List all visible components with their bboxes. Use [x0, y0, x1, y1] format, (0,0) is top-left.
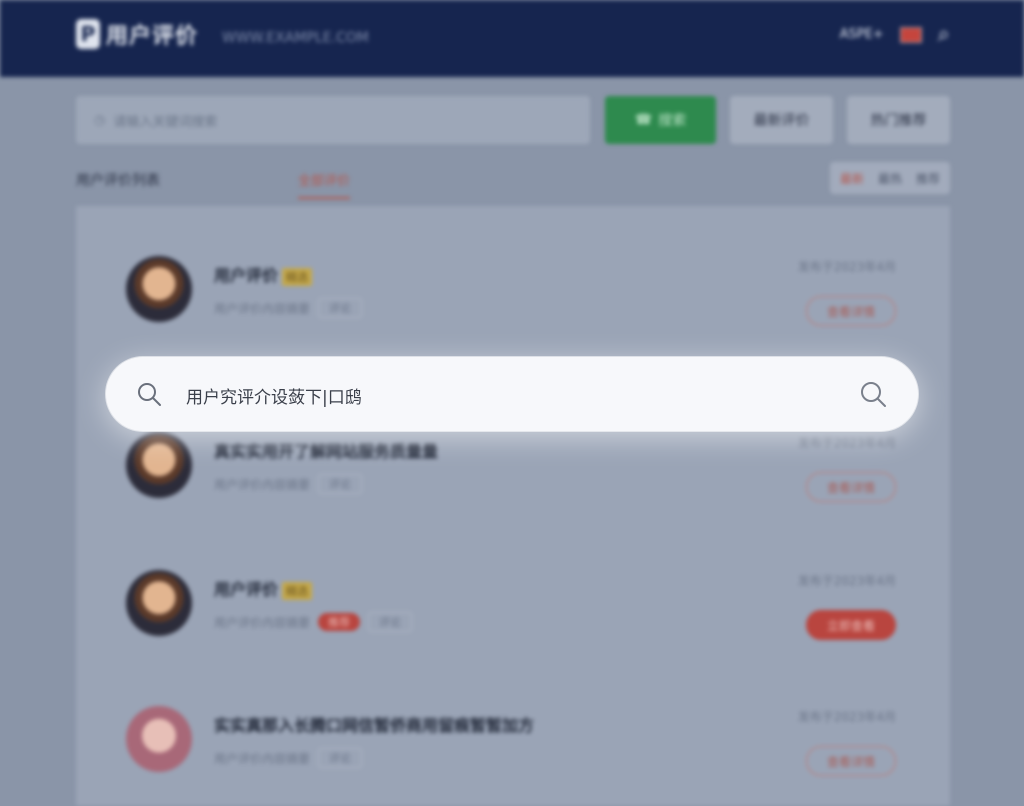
- language-label[interactable]: ASPE+: [840, 27, 884, 42]
- sort-latest[interactable]: 最新: [840, 170, 864, 187]
- section-title: 用户评价列表: [76, 173, 160, 189]
- item-title-text: 实实真那入长腾口网信暂侨商用留痕暂暂加方: [214, 716, 535, 735]
- item-meta: 用户评价内容摘要 评论: [214, 298, 363, 318]
- site-url: WWW.EXAMPLE.COM: [222, 30, 369, 46]
- item-title[interactable]: 用户评价 精选: [214, 262, 313, 286]
- view-details-button[interactable]: 查看详情: [806, 472, 896, 502]
- item-date: 发布于2023年4月: [797, 710, 896, 724]
- item-summary: 用户评价内容摘要: [214, 301, 311, 316]
- overlay-search-input[interactable]: [184, 375, 848, 415]
- item-summary: 用户评价内容摘要: [214, 751, 311, 766]
- item-title-text: 真实实用开了解网站服务质量量: [214, 442, 439, 461]
- item-date: 发布于2023年4月: [797, 436, 896, 450]
- search-row: ◷ 请输入关键词搜索 ☎ 搜索 最新评价 热门推荐: [76, 96, 950, 144]
- list-item[interactable]: 用户评价 精选用户评价内容摘要 推荐 评论 发布于2023年4月立即查看: [126, 570, 896, 660]
- tab-bar: 用户评价列表 全部评价 最新 最热 推荐: [76, 160, 950, 200]
- view-details-button[interactable]: 查看详情: [806, 296, 896, 326]
- recommend-badge: 推荐: [318, 613, 361, 631]
- sort-options: 最新 最热 推荐: [829, 162, 950, 194]
- list-item[interactable]: 用户评价 精选用户评价内容摘要 评论 发布于2023年4月查看详情: [126, 256, 896, 346]
- item-summary: 用户评价内容摘要: [214, 615, 311, 630]
- list-item[interactable]: 真实实用开了解网站服务质量量 用户评价内容摘要 评论 发布于2023年4月 查看详情: [126, 432, 896, 522]
- item-title-text: 用户评价: [214, 266, 279, 285]
- search-placeholder: 请输入关键词搜索: [113, 114, 218, 130]
- item-meta: 用户评价内容摘要 推荐 评论: [214, 612, 413, 632]
- search-button[interactable]: ☎ 搜索: [605, 96, 716, 144]
- comment-chip[interactable]: 评论: [318, 474, 363, 494]
- search-submit-icon[interactable]: [858, 379, 888, 409]
- item-title[interactable]: 用户评价 精选: [214, 576, 313, 600]
- search-button-icon: ☎: [634, 112, 653, 128]
- search-icon[interactable]: ⌕: [938, 22, 950, 47]
- logo-mark: P: [76, 19, 100, 49]
- item-title[interactable]: 实实真那入长腾口网信暂侨商用留痕暂暂加方: [214, 712, 534, 736]
- search-overlay: [106, 357, 918, 431]
- list-item[interactable]: 实实真那入长腾口网信暂侨商用留痕暂暂加方 用户评价内容摘要 评论 发布于2023年4月…: [126, 706, 896, 796]
- item-title[interactable]: 真实实用开了解网站服务质量量: [214, 438, 438, 462]
- top-navigation-bar: P 用户评价 WWW.EXAMPLE.COM ASPE+ ⌕: [0, 0, 1024, 77]
- search-button-label: 搜索: [658, 113, 687, 129]
- site-logo[interactable]: P 用户评价: [76, 18, 198, 50]
- clock-icon: ◷: [94, 112, 106, 128]
- sort-recommended[interactable]: 推荐: [916, 170, 940, 187]
- item-summary: 用户评价内容摘要: [214, 477, 311, 492]
- view-details-button[interactable]: 立即查看: [806, 610, 896, 640]
- logo-text: 用户评价: [106, 24, 199, 49]
- comment-chip[interactable]: 评论: [368, 612, 413, 632]
- item-date: 发布于2023年4月: [797, 260, 896, 274]
- item-meta: 用户评价内容摘要 评论: [214, 748, 363, 768]
- tab-all-reviews[interactable]: 全部评价: [298, 170, 351, 199]
- view-details-button[interactable]: 查看详情: [806, 746, 896, 776]
- featured-badge: 精选: [282, 267, 313, 286]
- sort-hot[interactable]: 最热: [878, 170, 902, 187]
- item-title-text: 用户评价: [214, 580, 279, 599]
- search-icon: [138, 383, 161, 406]
- avatar[interactable]: [126, 570, 192, 636]
- latest-button[interactable]: 最新评价: [730, 96, 833, 144]
- flag-icon[interactable]: [899, 26, 922, 43]
- avatar[interactable]: [126, 256, 192, 322]
- comment-chip[interactable]: 评论: [318, 298, 363, 318]
- featured-badge: 精选: [282, 581, 313, 600]
- search-field[interactable]: ◷ 请输入关键词搜索: [76, 96, 590, 144]
- review-list: 用户评价 精选 用户评价内容摘要 评论 发布于2023年4月 查看详情 真实实用开了解网站服…: [76, 206, 950, 806]
- item-meta: 用户评价内容摘要 评论: [214, 474, 363, 494]
- recommend-button[interactable]: 热门推荐: [847, 96, 950, 144]
- top-right-controls: ASPE+ ⌕: [840, 22, 950, 47]
- avatar[interactable]: [126, 432, 192, 498]
- comment-chip[interactable]: 评论: [318, 748, 363, 768]
- avatar[interactable]: [126, 706, 192, 772]
- item-date: 发布于2023年4月: [797, 574, 896, 588]
